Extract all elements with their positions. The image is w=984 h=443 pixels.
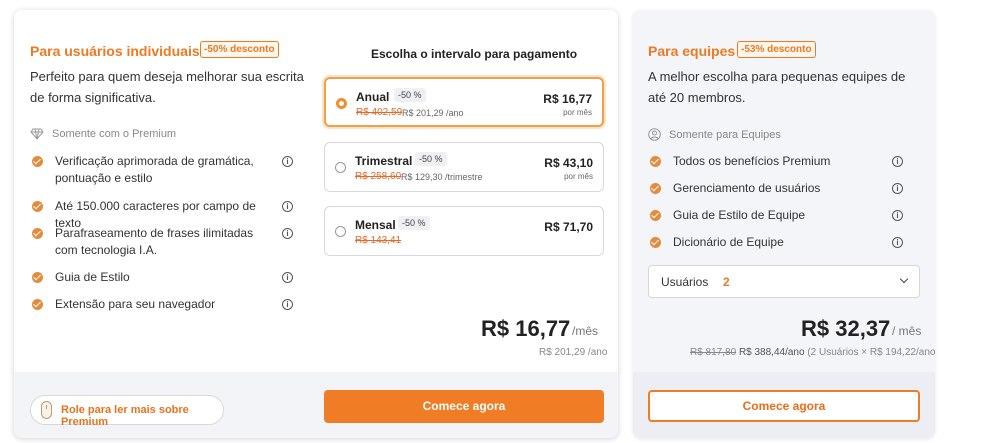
info-icon[interactable]: i xyxy=(282,299,293,310)
option-price: R$ 16,77 xyxy=(543,92,592,106)
check-circle-icon xyxy=(32,156,43,167)
interval-title: Escolha o intervalo para pagamento xyxy=(371,47,578,61)
feature-item: Guia de Estilo de Equipe xyxy=(650,207,880,224)
feature-item: Verificação aprimorada de gramática, pon… xyxy=(32,153,272,187)
option-name: Mensal xyxy=(355,218,396,232)
individual-description: Perfeito para quem deseja melhorar sua e… xyxy=(30,69,304,105)
option-old-price: R$ 402,59 xyxy=(356,107,403,118)
feature-item: Guia de Estilo xyxy=(32,269,272,286)
team-old-year-price: R$ 817,80 xyxy=(690,347,737,358)
option-period-price: R$ 201,29 /ano xyxy=(402,108,464,118)
individual-plan-title: Para usuários individuais xyxy=(30,43,200,59)
option-name: Anual xyxy=(356,90,390,104)
check-circle-icon xyxy=(650,183,661,194)
check-circle-icon xyxy=(32,299,43,310)
individual-total-year: R$ 201,29 /ano xyxy=(539,347,608,358)
users-select-label: Usuários xyxy=(661,275,709,289)
info-icon[interactable]: i xyxy=(282,156,293,167)
team-plan-title: Para equipes xyxy=(648,43,736,59)
individual-total-per: /mês xyxy=(572,324,599,338)
radio-quarterly[interactable] xyxy=(335,162,346,173)
users-select-count: 2 xyxy=(723,275,730,289)
team-plan-card: Para equipes -53% desconto A melhor esco… xyxy=(633,10,935,438)
info-icon[interactable]: i xyxy=(892,237,903,248)
info-icon[interactable]: i xyxy=(282,228,293,239)
check-circle-icon xyxy=(32,272,43,283)
team-discount-badge: -53% desconto xyxy=(737,41,816,58)
individual-total-price: R$ 16,77 xyxy=(481,316,571,341)
feature-item: Parafraseamento de frases ilimitadas com… xyxy=(32,225,272,259)
info-icon[interactable]: i xyxy=(282,201,293,212)
feature-item: Extensão para seu navegador xyxy=(32,296,272,313)
check-circle-icon xyxy=(650,210,661,221)
option-discount: -50 % xyxy=(398,216,430,230)
team-year-line: R$ 817,80 R$ 388,44/ano (2 Usuários × R$… xyxy=(690,347,935,358)
individual-start-button[interactable]: Comece agora xyxy=(324,390,604,423)
option-per: por mês xyxy=(564,172,593,181)
feature-label: Verificação aprimorada de gramática, pon… xyxy=(55,154,254,185)
feature-label: Guia de Estilo xyxy=(55,270,130,284)
option-discount: -50 % xyxy=(394,88,426,102)
team-start-button[interactable]: Comece agora xyxy=(648,390,920,422)
info-icon[interactable]: i xyxy=(282,272,293,283)
info-icon[interactable]: i xyxy=(892,156,903,167)
option-price: R$ 71,70 xyxy=(544,220,593,234)
check-circle-icon xyxy=(650,156,661,167)
option-period-price: R$ 129,30 /trimestre xyxy=(401,172,483,182)
team-note: Somente para Equipes xyxy=(648,128,781,141)
option-price: R$ 43,10 xyxy=(544,156,593,170)
user-circle-icon xyxy=(648,128,661,141)
feature-item: Todos os benefícios Premium xyxy=(650,153,880,170)
feature-item: Gerenciamento de usuários xyxy=(650,180,880,197)
option-old-price: R$ 143,41 xyxy=(355,235,402,246)
feature-label: Todos os benefícios Premium xyxy=(673,154,831,168)
radio-annual[interactable] xyxy=(336,98,347,109)
option-per: por mês xyxy=(563,108,592,117)
individual-discount-badge: -50% desconto xyxy=(200,41,279,58)
users-select[interactable]: Usuários 2 xyxy=(648,265,920,298)
interval-option-monthly[interactable]: Mensal -50 % R$ 143,41 R$ 71,70 xyxy=(324,206,604,256)
diamond-icon xyxy=(30,128,44,140)
mouse-icon xyxy=(41,401,52,419)
feature-label: Gerenciamento de usuários xyxy=(673,181,821,195)
team-year-price: R$ 388,44/ano xyxy=(738,347,805,358)
interval-option-annual[interactable]: Anual -50 % R$ 402,59 R$ 201,29 /ano R$ … xyxy=(324,77,604,127)
feature-label: Dicionário de Equipe xyxy=(673,235,784,249)
feature-item: Dicionário de Equipe xyxy=(650,234,880,251)
team-total-per: / mês xyxy=(892,324,922,338)
feature-label: Parafraseamento de frases ilimitadas com… xyxy=(55,226,254,257)
individual-plan-card: Para usuários individuais -50% desconto … xyxy=(14,10,618,438)
premium-note: Somente com o Premium xyxy=(30,128,176,140)
check-circle-icon xyxy=(32,201,43,212)
check-circle-icon xyxy=(650,237,661,248)
info-icon[interactable]: i xyxy=(892,210,903,221)
team-description: A melhor escolha para pequenas equipes d… xyxy=(648,69,906,105)
scroll-more-label: Role para ler mais sobre Premium xyxy=(61,404,189,428)
feature-label: Guia de Estilo de Equipe xyxy=(673,208,806,222)
feature-label: Extensão para seu navegador xyxy=(55,297,216,311)
check-circle-icon xyxy=(32,228,43,239)
team-year-detail: (2 Usuários × R$ 194,22/ano) xyxy=(807,347,935,358)
info-icon[interactable]: i xyxy=(892,183,903,194)
interval-option-quarterly[interactable]: Trimestral -50 % R$ 258,60 R$ 129,30 /tr… xyxy=(324,142,604,192)
team-note-label: Somente para Equipes xyxy=(669,128,781,141)
chevron-down-icon xyxy=(899,274,909,284)
scroll-more-premium[interactable]: Role para ler mais sobre Premium xyxy=(30,395,224,428)
premium-note-label: Somente com o Premium xyxy=(52,128,177,140)
option-name: Trimestral xyxy=(355,154,413,168)
radio-monthly[interactable] xyxy=(335,226,346,237)
option-discount: -50 % xyxy=(415,152,447,166)
option-old-price: R$ 258,60 xyxy=(355,171,402,182)
team-total-price: R$ 32,37 xyxy=(801,316,891,341)
